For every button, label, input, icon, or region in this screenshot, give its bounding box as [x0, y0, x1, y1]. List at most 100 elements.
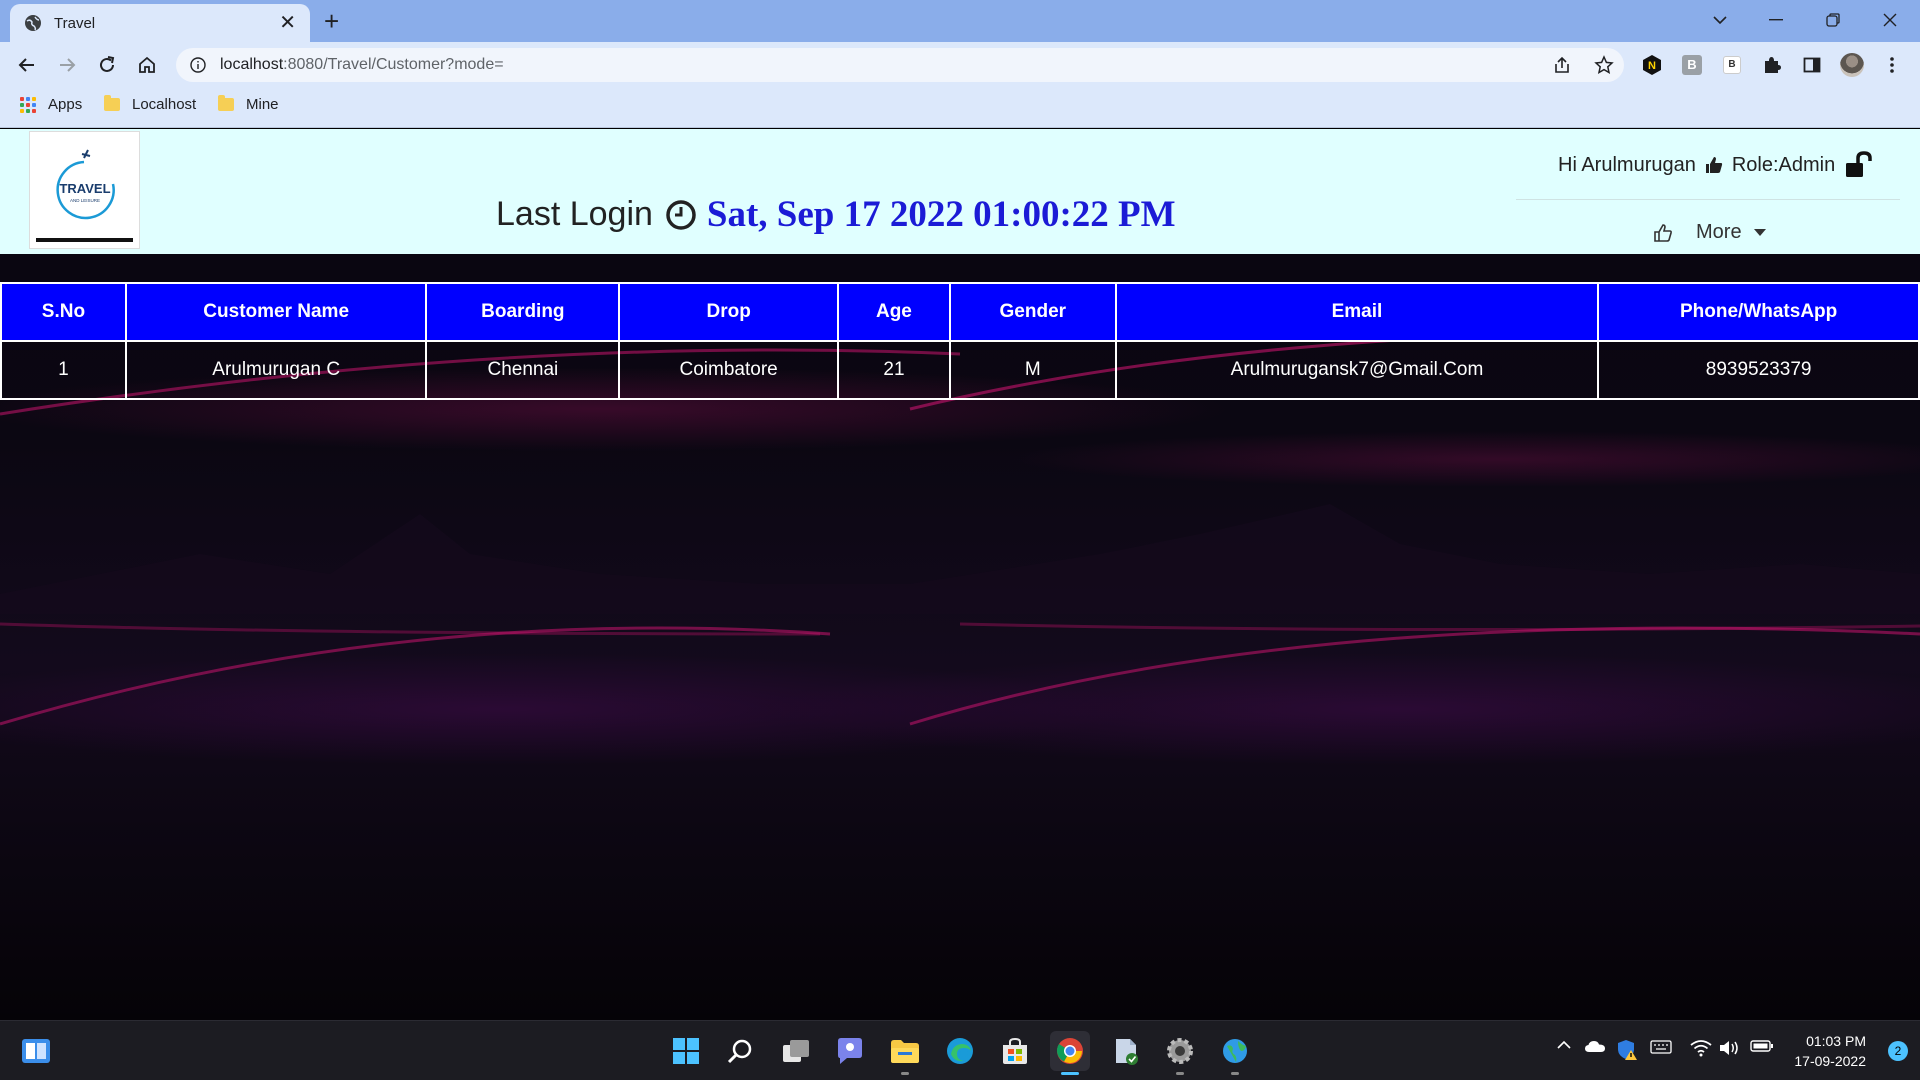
- travel-logo[interactable]: TRAVEL AND LEISURE: [29, 131, 140, 249]
- folder-icon: [218, 95, 234, 111]
- column-header: Age: [837, 282, 951, 342]
- table-header-row: S.No Customer Name Boarding Drop Age Gen…: [0, 282, 1920, 342]
- last-login-label: Last Login: [496, 195, 653, 233]
- reload-icon[interactable]: [93, 51, 121, 79]
- table-cell: 1: [0, 340, 127, 400]
- clock-date: 17-09-2022: [1794, 1053, 1866, 1069]
- unlock-icon[interactable]: [1845, 151, 1875, 179]
- table-cell: M: [948, 340, 1117, 400]
- puzzle-extensions-icon[interactable]: [1759, 52, 1785, 78]
- page-content: TRAVEL AND LEISURE Last Login Sat, Sep 1…: [0, 129, 1920, 1020]
- file-explorer-icon[interactable]: [885, 1031, 925, 1075]
- new-tab-icon[interactable]: +: [324, 8, 339, 34]
- onedrive-icon[interactable]: [1584, 1039, 1606, 1053]
- logo-subtext: AND LEISURE: [70, 198, 100, 203]
- taskbar-clock[interactable]: 01:03 PM 17-09-2022: [1794, 1031, 1866, 1071]
- back-icon[interactable]: [13, 51, 41, 79]
- extension-b2-icon[interactable]: B: [1719, 52, 1745, 78]
- column-header: Email: [1114, 282, 1600, 342]
- table-cell: Coimbatore: [618, 340, 840, 400]
- clock-icon: [666, 199, 696, 230]
- column-header: S.No: [0, 282, 127, 342]
- extension-b2-label: B: [1723, 56, 1741, 74]
- url-host: localhost: [220, 56, 284, 73]
- forward-icon[interactable]: [53, 51, 81, 79]
- site-header: TRAVEL AND LEISURE Last Login Sat, Sep 1…: [0, 129, 1920, 254]
- battery-icon[interactable]: [1750, 1039, 1774, 1053]
- greeting-text: Hi Arulmurugan: [1558, 153, 1696, 176]
- bookmark-star-icon[interactable]: [1594, 55, 1614, 75]
- side-panel-icon[interactable]: [1799, 52, 1825, 78]
- user-info: Hi Arulmurugan Role:Admin: [1558, 151, 1883, 179]
- table-cell: Arulmurugansk7@Gmail.Com: [1114, 340, 1600, 400]
- role-text: Role:Admin: [1731, 153, 1836, 176]
- chrome-icon[interactable]: [1050, 1031, 1090, 1075]
- notification-badge[interactable]: 2: [1888, 1041, 1908, 1061]
- header-divider: [1516, 199, 1900, 200]
- bookmark-apps[interactable]: Apps: [20, 96, 82, 113]
- wifi-icon[interactable]: [1690, 1039, 1712, 1057]
- thumbs-up-icon: [1705, 157, 1722, 173]
- extension-b-icon[interactable]: B: [1679, 52, 1705, 78]
- tab-search-icon[interactable]: [1700, 6, 1740, 34]
- taskbar: 01:03 PM 17-09-2022 2: [0, 1020, 1920, 1080]
- profile-avatar[interactable]: [1839, 52, 1865, 78]
- widgets-icon[interactable]: [16, 1031, 56, 1071]
- address-bar[interactable]: localhost:8080/Travel/Customer?mode=: [176, 48, 1624, 82]
- chat-icon[interactable]: [830, 1031, 870, 1071]
- share-icon[interactable]: [1552, 55, 1572, 75]
- search-icon[interactable]: [720, 1031, 760, 1071]
- bookmarks-bar: Apps Localhost Mine: [0, 88, 1920, 128]
- table-row: 1 Arulmurugan C Chennai Coimbatore 21 M …: [0, 340, 1920, 400]
- defender-warning-icon[interactable]: [1616, 1039, 1638, 1061]
- folder-icon: [104, 95, 120, 111]
- settings-icon[interactable]: [1160, 1031, 1200, 1075]
- travel-logo-image: TRAVEL AND LEISURE: [36, 149, 133, 242]
- home-icon[interactable]: [133, 51, 161, 79]
- edge-icon[interactable]: [940, 1031, 980, 1071]
- column-header: Boarding: [425, 282, 621, 342]
- table-cell: Chennai: [425, 340, 621, 400]
- bookmark-mine[interactable]: Mine: [218, 95, 279, 113]
- more-menu[interactable]: More: [1652, 221, 1766, 244]
- svg-text:N: N: [1648, 60, 1656, 72]
- volume-icon[interactable]: [1718, 1039, 1740, 1057]
- tab-title: Travel: [54, 14, 96, 32]
- caret-down-icon: [1753, 229, 1766, 236]
- thumbs-up-outline-icon[interactable]: [1652, 222, 1674, 244]
- info-icon[interactable]: [190, 57, 206, 73]
- minimize-icon[interactable]: [1756, 6, 1796, 34]
- clock-time: 01:03 PM: [1806, 1033, 1866, 1049]
- last-login-date: Sat, Sep 17 2022 01:00:22 PM: [706, 194, 1176, 235]
- restore-icon[interactable]: [1813, 6, 1853, 34]
- browser-toolbar: localhost:8080/Travel/Customer?mode= N B…: [0, 42, 1920, 88]
- bookmark-localhost[interactable]: Localhost: [104, 95, 196, 113]
- bookmark-label: Apps: [48, 96, 83, 113]
- start-icon[interactable]: [666, 1031, 706, 1071]
- tab-close-icon[interactable]: ✕: [279, 13, 296, 33]
- store-icon[interactable]: [995, 1031, 1035, 1071]
- task-view-icon[interactable]: [776, 1031, 816, 1071]
- kebab-menu-icon[interactable]: [1879, 52, 1905, 78]
- bookmark-label: Mine: [246, 96, 279, 113]
- last-login: Last Login Sat, Sep 17 2022 01:00:22 PM: [496, 193, 1176, 236]
- globe-app-icon[interactable]: [1215, 1031, 1255, 1075]
- table-cell: 8939523379: [1597, 340, 1920, 400]
- keyboard-icon[interactable]: [1650, 1039, 1672, 1055]
- logo-text: TRAVEL: [59, 181, 110, 196]
- column-header: Gender: [948, 282, 1117, 342]
- tray-overflow-icon[interactable]: [1556, 1039, 1572, 1051]
- url-path: :8080/Travel/Customer?mode=: [283, 56, 504, 73]
- notepad-icon[interactable]: [1106, 1031, 1146, 1071]
- column-header: Phone/WhatsApp: [1597, 282, 1920, 342]
- extension-n-icon[interactable]: N: [1639, 52, 1665, 78]
- extension-b-label: B: [1682, 55, 1702, 75]
- table-cell: 21: [837, 340, 951, 400]
- table-cell: Arulmurugan C: [124, 340, 428, 400]
- close-window-icon[interactable]: [1870, 6, 1910, 34]
- column-header: Drop: [618, 282, 840, 342]
- globe-icon: [25, 15, 41, 31]
- apps-grid-icon: [20, 96, 36, 113]
- browser-tab[interactable]: Travel ✕: [10, 4, 310, 42]
- browser-tab-strip: Travel ✕ +: [0, 0, 1920, 42]
